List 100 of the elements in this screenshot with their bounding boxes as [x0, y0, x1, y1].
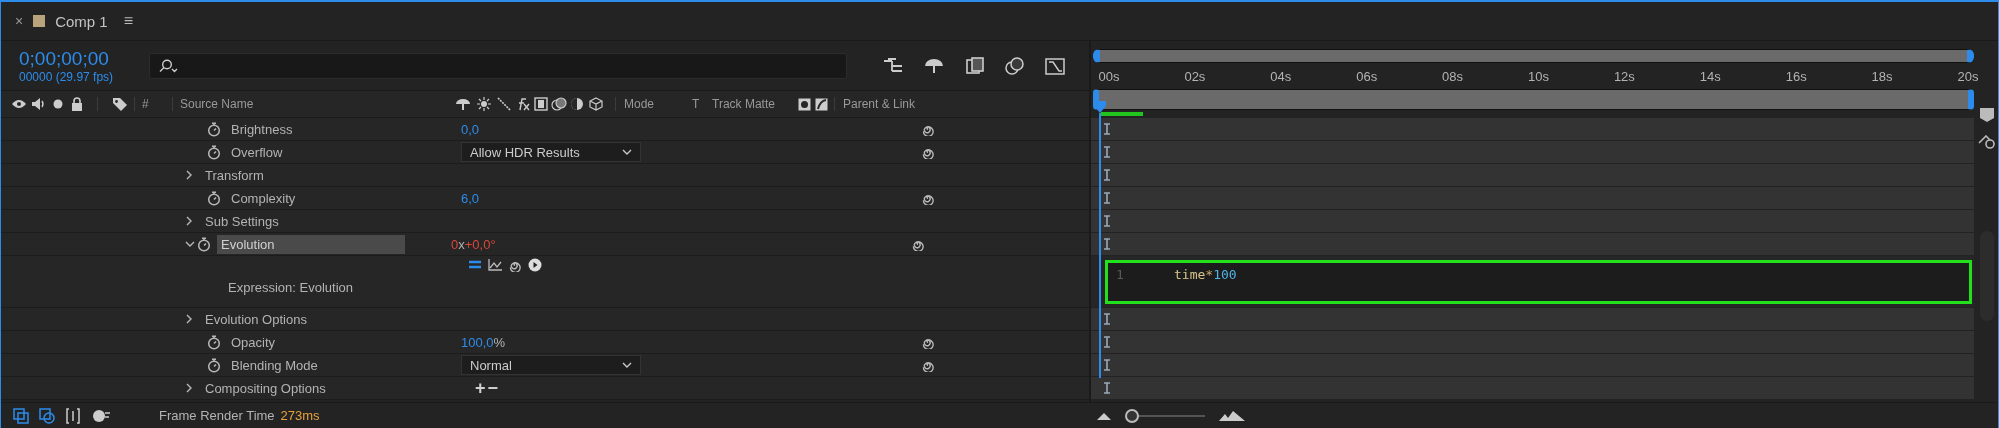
overlapping-circles-icon[interactable]: [551, 97, 567, 112]
time-ruler-label: 16s: [1785, 69, 1807, 84]
time-ruler-label: 02s: [1184, 69, 1206, 84]
search-field[interactable]: [149, 52, 847, 79]
frame-blending-icon[interactable]: [965, 56, 985, 75]
dropdown[interactable]: Normal: [461, 355, 641, 375]
enable-expression-icon[interactable]: [468, 259, 482, 271]
graph-icon[interactable]: [488, 259, 502, 271]
work-area-bar[interactable]: [1093, 49, 1974, 63]
group-label[interactable]: Transform: [205, 167, 475, 183]
lock-icon[interactable]: [71, 97, 83, 112]
stopwatch-icon: [207, 190, 221, 206]
time-ruler-label: 08s: [1442, 69, 1464, 84]
search-icon: [158, 58, 178, 73]
column-header: T: [692, 97, 701, 112]
column-header[interactable]: Track Matte: [712, 97, 798, 112]
property-value[interactable]: 0x+0,0°: [451, 236, 496, 252]
expression-label: Expression: Evolution: [228, 280, 354, 295]
speaker-icon[interactable]: [31, 97, 45, 112]
column-header[interactable]: Source Name: [180, 97, 440, 112]
keyframe-marker-icon: [1103, 336, 1111, 348]
tab-title[interactable]: Comp 1: [55, 12, 108, 30]
transfer-controls-icon[interactable]: [39, 407, 55, 424]
property-label[interactable]: Brightness: [227, 119, 415, 139]
shy-icon[interactable]: [455, 98, 471, 111]
property-label[interactable]: Complexity: [227, 188, 415, 208]
play-icon[interactable]: [528, 258, 542, 272]
time-ruler-label: 18s: [1871, 69, 1893, 84]
current-time[interactable]: 0;00;00;00: [19, 47, 129, 70]
property-value[interactable]: 100,0%: [461, 334, 506, 350]
stopwatch-icon: [207, 357, 221, 373]
matte-slash-icon[interactable]: [815, 97, 828, 111]
column-header: #: [142, 97, 150, 112]
sun-icon[interactable]: [477, 97, 491, 112]
group-label[interactable]: Sub Settings: [205, 213, 475, 229]
property-label[interactable]: Evolution: [217, 234, 405, 254]
time-ruler-label: 10s: [1528, 69, 1549, 84]
time-ruler-label: 06s: [1356, 69, 1378, 84]
chevron-right-icon[interactable]: [185, 314, 193, 324]
stopwatch-icon: [207, 144, 221, 160]
chevron-right-icon[interactable]: [185, 170, 193, 180]
time-ruler-label: 20s: [1957, 69, 1979, 84]
graph-editor-icon[interactable]: [1045, 56, 1065, 75]
control-button[interactable]: −: [487, 379, 499, 397]
control-button[interactable]: +: [475, 379, 486, 397]
caret-icon: [622, 149, 632, 155]
status-label: Frame Render Time: [159, 408, 275, 423]
property-value[interactable]: 0,0: [461, 121, 480, 137]
keyframe-marker-icon: [1103, 146, 1111, 158]
stopwatch-icon: [197, 236, 211, 252]
keyframe-marker-icon: [1103, 169, 1111, 181]
chevron-right-icon[interactable]: [185, 383, 193, 393]
layer-marker-icon[interactable]: [1978, 135, 1996, 149]
stopwatch-icon: [207, 334, 221, 350]
label-tag-icon[interactable]: [112, 97, 128, 112]
frame-info: 00000 (29.97 fps): [19, 69, 115, 84]
keyframe-marker-icon: [1103, 238, 1111, 250]
zoom-in-icon[interactable]: [1219, 410, 1245, 421]
in-out-brackets-icon[interactable]: [65, 407, 81, 424]
close-tab-button[interactable]: ×: [15, 13, 24, 29]
stopwatch-icon: [207, 121, 221, 137]
line-number: 1: [1115, 266, 1125, 282]
property-value[interactable]: 6,0: [461, 190, 480, 206]
group-label[interactable]: Compositing Options: [205, 380, 475, 396]
matte-square-icon[interactable]: [798, 97, 811, 111]
solo-dot-icon[interactable]: [53, 99, 63, 110]
chevron-right-icon[interactable]: [185, 216, 193, 226]
quality-slash-icon[interactable]: [497, 97, 511, 112]
eye-icon[interactable]: [11, 98, 27, 111]
motion-blur-icon[interactable]: [1005, 56, 1025, 75]
render-time-value: 273ms: [280, 408, 320, 423]
expression-editor[interactable]: 1 time*100: [1105, 259, 1972, 304]
hierarchy-icon[interactable]: [883, 57, 903, 74]
property-label[interactable]: Blending Mode: [227, 355, 415, 375]
dropdown[interactable]: Allow HDR Results: [461, 142, 641, 162]
cube-icon[interactable]: [589, 97, 603, 112]
film-strip-icon[interactable]: [534, 97, 548, 112]
column-header[interactable]: Mode: [624, 97, 692, 112]
effects-icon[interactable]: [516, 97, 530, 112]
layer-switches-icon[interactable]: [13, 407, 29, 424]
chevron-down-icon[interactable]: [185, 240, 195, 248]
keyframe-marker-icon: [1103, 359, 1111, 371]
time-navigator-bar[interactable]: [1093, 89, 1974, 110]
bookmark-icon[interactable]: [1979, 107, 1995, 123]
column-header[interactable]: Parent & Link: [843, 97, 1003, 112]
render-time-icon[interactable]: [91, 408, 111, 423]
panel-menu-button[interactable]: ≡: [123, 12, 134, 30]
zoom-out-icon[interactable]: [1097, 411, 1111, 420]
playhead-handle-icon[interactable]: [1094, 101, 1106, 113]
zoom-slider[interactable]: [1125, 408, 1205, 423]
keyframe-marker-icon: [1103, 382, 1111, 394]
composition-swatch-icon: [33, 15, 46, 27]
time-ruler-label: 04s: [1270, 69, 1292, 84]
time-ruler-label: 14s: [1699, 69, 1721, 84]
group-label[interactable]: Evolution Options: [205, 311, 475, 327]
caret-icon: [622, 362, 632, 368]
property-label[interactable]: Overflow: [227, 142, 415, 162]
shy-layers-icon[interactable]: [923, 57, 945, 74]
adjustment-circle-icon[interactable]: [570, 97, 584, 112]
property-label[interactable]: Opacity: [227, 332, 415, 352]
